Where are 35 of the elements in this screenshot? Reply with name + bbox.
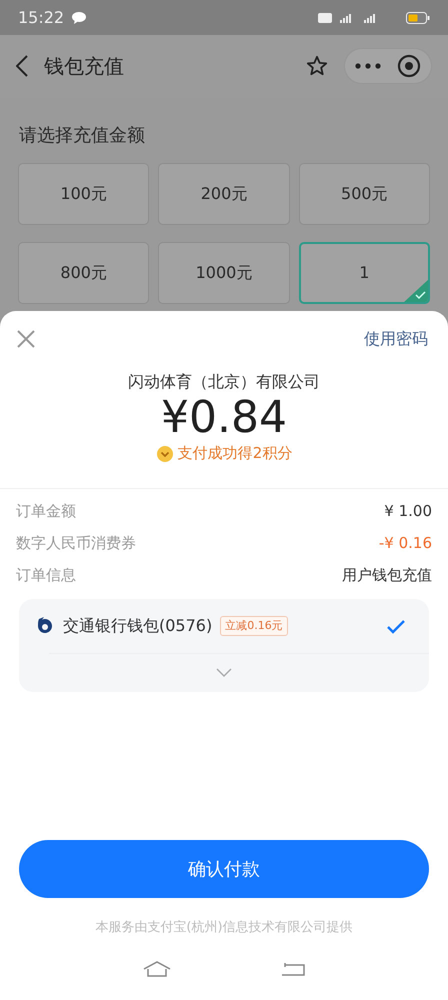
- status-time: 15:22: [18, 6, 64, 28]
- page-title: 钱包充值: [44, 53, 124, 80]
- amount-option[interactable]: 1000元: [158, 242, 290, 304]
- star-icon[interactable]: [306, 55, 328, 77]
- detail-label: 订单金额: [16, 500, 76, 522]
- close-circle-icon[interactable]: [397, 54, 421, 78]
- section-title: 请选择充值金额: [18, 124, 146, 148]
- detail-value: 用户钱包充值: [342, 564, 432, 586]
- home-icon[interactable]: [143, 961, 171, 977]
- discount-tag: 立减0.16元: [220, 616, 288, 636]
- detail-value: -¥ 0.16: [378, 532, 432, 554]
- service-provider-text: 本服务由支付宝(杭州)信息技术有限公司提供: [95, 920, 353, 935]
- back-nav-icon[interactable]: [281, 962, 305, 976]
- use-password-link[interactable]: 使用密码: [364, 326, 428, 350]
- detail-label: 订单信息: [16, 564, 76, 586]
- detail-label: 数字人民币消费券: [16, 532, 136, 554]
- reward-text: 支付成功得2积分: [178, 443, 292, 464]
- selected-check-icon: [402, 279, 428, 302]
- merchant-name: 闪动体育（北京）有限公司: [128, 372, 320, 391]
- amount-option[interactable]: 1: [298, 242, 430, 304]
- back-icon[interactable]: [16, 55, 28, 77]
- bank-logo-icon: [35, 616, 55, 636]
- detail-value: ¥ 1.00: [384, 500, 432, 522]
- more-icon[interactable]: [355, 63, 381, 69]
- confirm-payment-button[interactable]: 确认付款: [19, 840, 429, 898]
- payment-amount: ¥0.84: [161, 392, 287, 443]
- amount-option[interactable]: 100元: [18, 163, 150, 225]
- amount-option[interactable]: 200元: [158, 163, 290, 225]
- close-icon[interactable]: [16, 328, 36, 348]
- coin-icon: [156, 444, 174, 463]
- payment-method-name[interactable]: 交通银行钱包(0576): [63, 614, 212, 638]
- message-icon: [72, 12, 86, 24]
- amount-option[interactable]: 500元: [298, 163, 430, 225]
- amount-option[interactable]: 800元: [18, 242, 150, 304]
- battery-icon: [406, 12, 430, 24]
